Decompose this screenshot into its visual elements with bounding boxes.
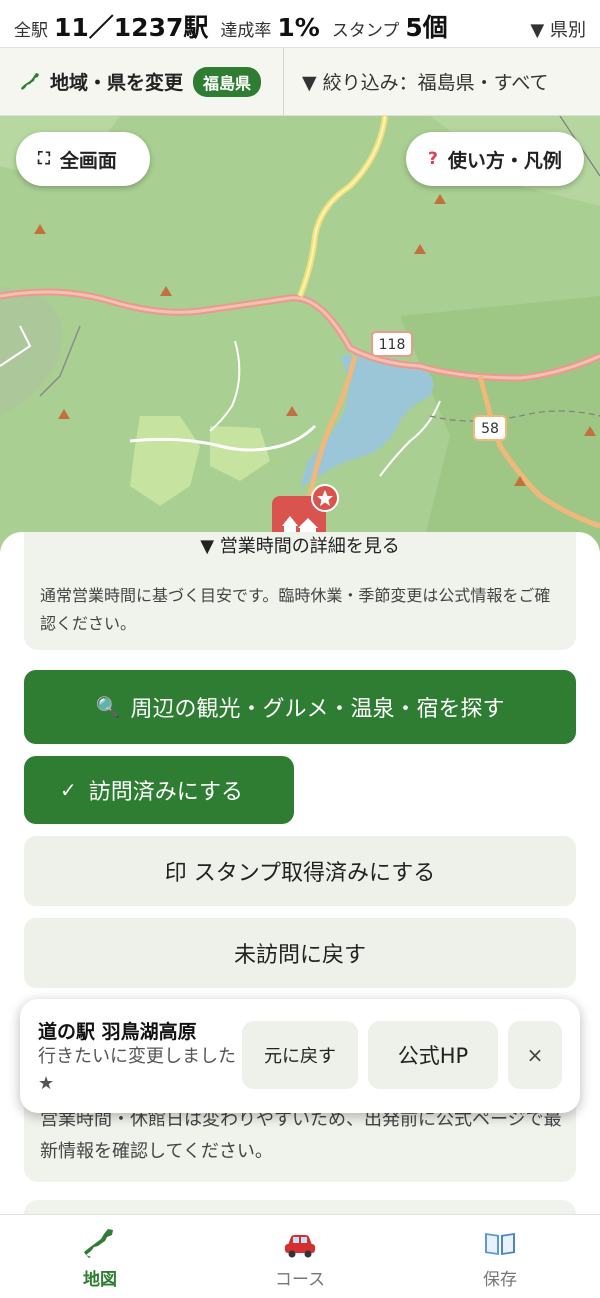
- prefecture-badge: 福島県: [193, 66, 262, 97]
- magnifier-icon: 🔍: [95, 695, 121, 719]
- help-legend-button[interactable]: ? 使い方・凡例: [406, 132, 584, 186]
- checkmark-icon: ✓: [60, 778, 77, 802]
- japan-map-icon: [84, 1229, 113, 1258]
- prefecture-view-toggle[interactable]: ▼ 県別: [530, 16, 586, 42]
- fullscreen-button[interactable]: ⛶ 全画面: [16, 132, 150, 186]
- total-stations-value: 11／1237駅: [54, 13, 209, 42]
- close-toast-button[interactable]: ×: [508, 1021, 562, 1089]
- map-view[interactable]: 118 58 ⛶ 全画面 ? 使い方・凡例: [0, 116, 600, 556]
- notice-text: 営業時間・休館日は変わりやすいため、出発前に公式ページで最新情報を確認してくださ…: [40, 1109, 562, 1162]
- mark-visited-label: 訪問済みにする: [88, 780, 243, 805]
- nav-label-saved: 保存: [483, 1270, 517, 1290]
- status-toast: 道の駅 羽鳥湖高原 行きたいに変更しました ★ 元に戻す 公式HP ×: [20, 999, 580, 1113]
- mark-unvisited-button[interactable]: 未訪問に戻す: [24, 918, 576, 988]
- achievement-rate-value: 1%: [277, 13, 320, 42]
- mark-visited-button[interactable]: ✓ 訪問済みにする: [24, 756, 294, 824]
- nav-label-course: コース: [274, 1270, 326, 1290]
- book-icon: [485, 1233, 515, 1255]
- question-icon: ?: [428, 149, 438, 169]
- car-icon: [285, 1235, 315, 1258]
- toast-message: 行きたいに変更しました ★: [38, 1046, 236, 1094]
- official-hp-button[interactable]: 公式HP: [368, 1021, 498, 1089]
- hours-note: 通常営業時間に基づく目安です。臨時休業・季節変更は公式情報をご確認ください。: [40, 586, 551, 633]
- stats-bar: 全駅 11／1237駅 達成率 1% スタンプ 5個 ▼ 県別: [0, 0, 600, 48]
- stamp-count-label: スタンプ: [331, 21, 400, 41]
- nav-item-course[interactable]: コース: [200, 1215, 400, 1298]
- hours-detail-toggle[interactable]: ▼ 営業時間の詳細を見る: [24, 532, 576, 558]
- next-card: [24, 1200, 576, 1214]
- total-stations-label: 全駅: [14, 21, 48, 41]
- help-legend-label: 使い方・凡例: [447, 149, 562, 172]
- hours-card: ▼ 営業時間の詳細を見る 通常営業時間に基づく目安です。臨時休業・季節変更は公式…: [24, 532, 576, 650]
- japan-map-icon: [21, 72, 39, 90]
- mark-stamp-button[interactable]: 印 スタンプ取得済みにする: [24, 836, 576, 906]
- change-region-label: 地域・県を変更: [50, 72, 184, 94]
- undo-button[interactable]: 元に戻す: [242, 1021, 358, 1089]
- route-118-label: 118: [379, 337, 406, 353]
- stamp-count-value: 5個: [405, 13, 448, 42]
- nearby-search-label: 周辺の観光・グルメ・温泉・宿を探す: [130, 697, 505, 722]
- toast-station-name: 道の駅 羽鳥湖高原: [38, 1021, 197, 1043]
- fullscreen-icon: ⛶: [38, 149, 50, 169]
- bottom-nav: 地図 コース 保存: [0, 1214, 600, 1298]
- nearby-search-button[interactable]: 🔍 周辺の観光・グルメ・温泉・宿を探す: [24, 670, 576, 744]
- fullscreen-label: 全画面: [59, 149, 117, 172]
- nav-item-map[interactable]: 地図: [0, 1215, 200, 1298]
- achievement-rate-label: 達成率: [220, 21, 272, 41]
- filter-dropdown[interactable]: ▼ 絞り込み：福島県・すべて: [284, 48, 600, 115]
- nav-label-map: 地図: [83, 1270, 117, 1290]
- nav-item-saved[interactable]: 保存: [400, 1215, 600, 1298]
- route-58-label: 58: [481, 421, 499, 437]
- change-region-button[interactable]: 地域・県を変更 福島県: [0, 48, 284, 115]
- region-bar: 地域・県を変更 福島県 ▼ 絞り込み：福島県・すべて: [0, 48, 600, 116]
